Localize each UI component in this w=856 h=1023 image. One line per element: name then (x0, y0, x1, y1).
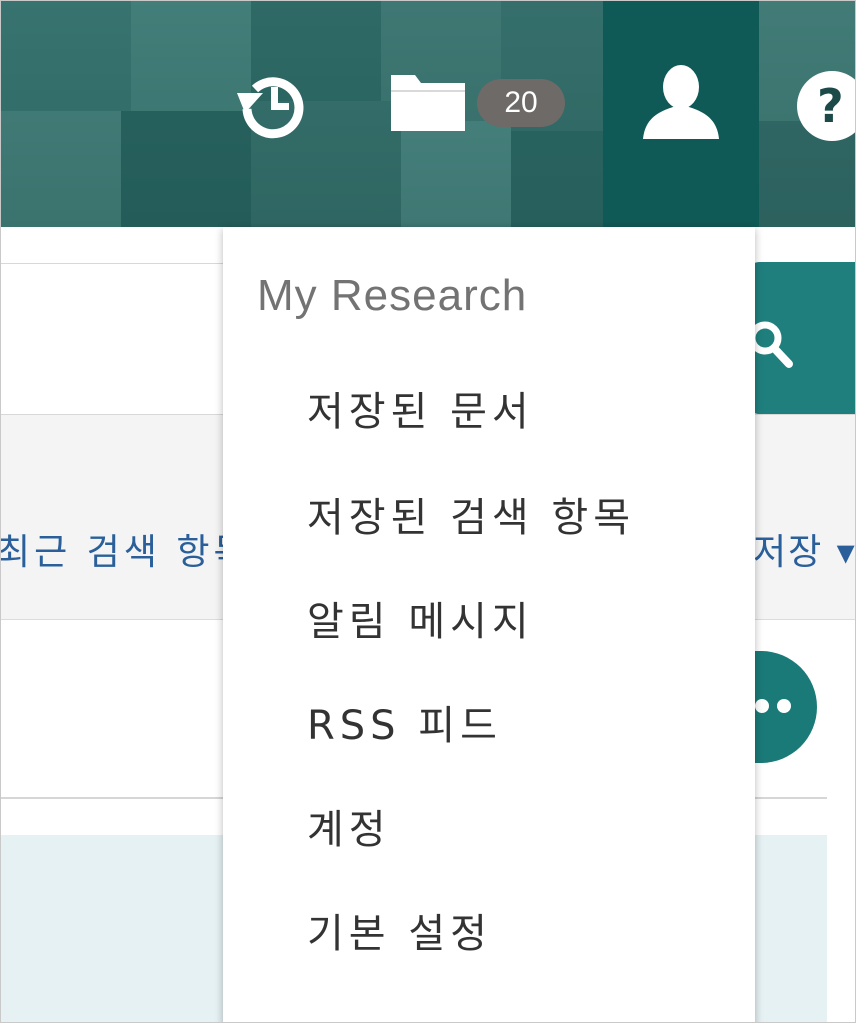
history-button[interactable] (233, 65, 313, 145)
dropdown-heading: My Research (257, 271, 528, 320)
menu-item-alerts[interactable]: 알림 메시지 (307, 587, 727, 657)
user-account-button[interactable] (603, 1, 759, 227)
menu-item-rss-feeds[interactable]: RSS 피드 (307, 691, 727, 761)
menu-item-saved-documents[interactable]: 저장된 문서 (307, 377, 727, 447)
menu-item-saved-searches[interactable]: 저장된 검색 항목 (307, 483, 727, 553)
menu-item-account[interactable]: 계정 (307, 795, 727, 865)
folder-count-badge: 20 (477, 79, 565, 127)
user-icon (643, 65, 719, 139)
more-dot-icon (755, 699, 769, 713)
more-dot-icon (777, 699, 791, 713)
folder-icon (391, 75, 465, 131)
folder-button[interactable]: 20 (385, 61, 571, 145)
site-header: 20 ? (1, 1, 855, 227)
my-research-dropdown: My Research 저장된 문서 저장된 검색 항목 알림 메시지 RSS … (223, 227, 755, 1022)
saved-menu-link[interactable]: 저장 ▾ (753, 523, 855, 583)
help-icon: ? (817, 79, 844, 133)
history-icon (237, 77, 304, 139)
app-viewport: 20 ? 최근 검색 항목 저장 ▾ My (0, 0, 856, 1023)
menu-item-preferences[interactable]: 기본 설정 (307, 899, 727, 969)
search-button[interactable] (749, 262, 855, 414)
search-icon (749, 321, 793, 368)
recent-searches-link[interactable]: 최근 검색 항목 (1, 523, 227, 583)
